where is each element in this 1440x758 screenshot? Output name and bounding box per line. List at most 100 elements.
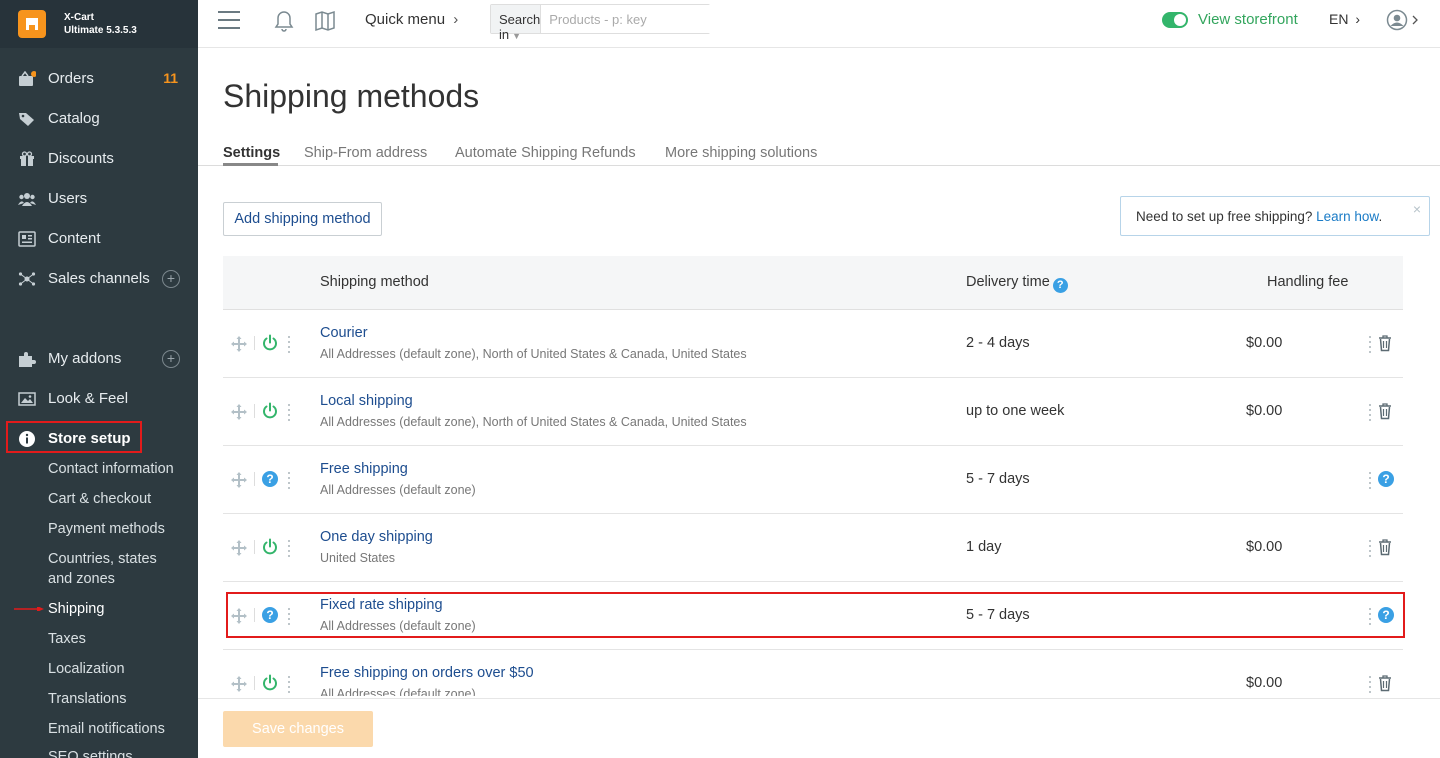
language-selector[interactable]: EN › — [1329, 11, 1360, 27]
help-icon[interactable]: ? — [261, 606, 279, 624]
help-icon[interactable]: ? — [261, 470, 279, 488]
users-icon — [18, 191, 36, 207]
storefront-toggle[interactable] — [1162, 12, 1188, 28]
sidebar-item-discounts[interactable]: Discounts — [0, 144, 198, 174]
view-storefront-link[interactable]: View storefront — [1198, 11, 1298, 28]
sidebar-item-orders[interactable]: Orders 11 — [0, 64, 198, 94]
shipping-method-link[interactable]: Free shipping — [320, 461, 408, 477]
sidebar: X-Cart Ultimate 5.3.5.3 Orders 11 Catalo… — [0, 0, 198, 758]
vertical-dots-icon — [287, 402, 291, 422]
power-toggle-icon[interactable] — [261, 674, 279, 692]
chevron-right-icon: › — [453, 11, 459, 28]
trash-icon[interactable] — [1377, 334, 1393, 352]
add-sales-channel-button[interactable]: + — [162, 270, 180, 288]
sidebar-item-label: Content — [48, 230, 101, 247]
shipping-method-link[interactable]: One day shipping — [320, 529, 433, 545]
bell-icon[interactable] — [274, 10, 294, 37]
drag-handle-icon[interactable] — [230, 675, 248, 693]
shipping-zones: All Addresses (default zone), North of U… — [320, 347, 747, 361]
sidebar-item-my-addons[interactable]: My addons + — [0, 344, 198, 374]
help-icon[interactable]: ? — [1377, 606, 1394, 624]
add-shipping-method-button[interactable]: Add shipping method — [223, 202, 382, 236]
sidebar-subitem-countries-cont[interactable]: and zones — [48, 569, 115, 589]
search-input[interactable] — [541, 5, 726, 33]
drag-handle-icon[interactable] — [230, 607, 248, 625]
save-changes-button[interactable]: Save changes — [223, 711, 373, 747]
drag-handle-icon[interactable] — [230, 403, 248, 421]
vertical-dots-icon — [287, 470, 291, 490]
drag-handle-icon[interactable] — [230, 471, 248, 489]
sidebar-item-label: Discounts — [48, 150, 114, 167]
sidebar-item-look-and-feel[interactable]: Look & Feel — [0, 384, 198, 414]
search-in-select[interactable]: Search in ▼ — [491, 5, 542, 42]
sidebar-subitem-countries[interactable]: Countries, states — [48, 549, 157, 569]
delivery-time: 2 - 4 days — [966, 335, 1030, 351]
store-map-icon[interactable] — [314, 10, 336, 37]
sidebar-item-sales-channels[interactable]: Sales channels + — [0, 264, 198, 294]
page-title: Shipping methods — [223, 78, 480, 114]
footer-bar: Save changes — [198, 698, 1440, 758]
power-toggle-icon[interactable] — [261, 402, 279, 420]
delivery-time: up to one week — [966, 403, 1065, 419]
brand-name: X-Cart — [64, 12, 95, 23]
free-shipping-notice: Need to set up free shipping? Learn how.… — [1120, 196, 1430, 236]
power-toggle-icon[interactable] — [261, 538, 279, 556]
svg-text:?: ? — [1382, 608, 1389, 622]
header-shipping-method: Shipping method — [320, 274, 429, 290]
vertical-dots-icon — [1368, 538, 1372, 558]
sidebar-subitem-translations[interactable]: Translations — [48, 689, 126, 709]
sidebar-subitem-email-notifications[interactable]: Email notifications — [48, 719, 165, 739]
trash-icon[interactable] — [1377, 674, 1393, 692]
sidebar-subitem-cart-checkout[interactable]: Cart & checkout — [48, 489, 151, 509]
shipping-zones: All Addresses (default zone) — [320, 687, 476, 696]
trash-icon[interactable] — [1377, 538, 1393, 556]
close-icon[interactable]: × — [1413, 201, 1421, 217]
add-addon-button[interactable]: + — [162, 350, 180, 368]
tab-ship-from-address[interactable]: Ship-From address — [304, 145, 427, 161]
brand-edition: Ultimate 5.3.5.3 — [64, 25, 137, 36]
shipping-methods-table: Shipping method Delivery time? Handling … — [223, 256, 1403, 696]
power-toggle-icon[interactable] — [261, 334, 279, 352]
sidebar-subitem-taxes[interactable]: Taxes — [48, 629, 86, 649]
sidebar-item-label: Users — [48, 190, 88, 207]
table-row: ? Fixed rate shipping All Addresses (defau… — [223, 582, 1403, 650]
sidebar-item-catalog[interactable]: Catalog — [0, 104, 198, 134]
brand[interactable]: X-Cart Ultimate 5.3.5.3 — [0, 0, 198, 48]
sidebar-subitem-localization[interactable]: Localization — [48, 659, 125, 679]
learn-how-link[interactable]: Learn how — [1316, 209, 1378, 224]
user-account-button[interactable] — [1386, 9, 1422, 36]
sidebar-item-label: Catalog — [48, 110, 100, 127]
sidebar-subitem-payment-methods[interactable]: Payment methods — [48, 519, 165, 539]
hamburger-menu-icon[interactable] — [218, 11, 240, 35]
shipping-zones: All Addresses (default zone) — [320, 619, 476, 633]
language-label: EN — [1329, 11, 1349, 27]
handling-fee: $0.00 — [1246, 539, 1283, 555]
sidebar-subitem-shipping[interactable]: Shipping — [48, 599, 104, 619]
shipping-method-link[interactable]: Local shipping — [320, 393, 413, 409]
sidebar-subitem-contact-information[interactable]: Contact information — [48, 459, 174, 479]
notice-period: . — [1378, 209, 1383, 224]
header-delivery-time: Delivery time? — [966, 274, 1068, 293]
sidebar-item-content[interactable]: Content — [0, 224, 198, 254]
tab-more-shipping-solutions[interactable]: More shipping solutions — [665, 145, 817, 161]
shipping-method-link[interactable]: Free shipping on orders over $50 — [320, 665, 534, 681]
tab-automate-shipping-refunds[interactable]: Automate Shipping Refunds — [455, 145, 636, 161]
sidebar-item-users[interactable]: Users — [0, 184, 198, 214]
table-row: Local shipping All Addresses (default zon… — [223, 378, 1403, 446]
handling-fee: $0.00 — [1246, 403, 1283, 419]
header-delivery-label: Delivery time — [966, 274, 1050, 290]
help-icon[interactable]: ? — [1052, 278, 1068, 293]
sidebar-subitem-seo-settings[interactable]: SEO settings — [48, 747, 133, 758]
quick-menu-button[interactable]: Quick menu › — [365, 11, 458, 28]
drag-handle-icon[interactable] — [230, 539, 248, 557]
drag-handle-icon[interactable] — [230, 335, 248, 353]
sidebar-item-label: Look & Feel — [48, 390, 129, 407]
orders-count-badge: 11 — [163, 70, 178, 86]
help-icon[interactable]: ? — [1377, 470, 1394, 488]
trash-icon[interactable] — [1377, 402, 1393, 420]
delivery-time: 5 - 7 days — [966, 607, 1030, 623]
shipping-method-link[interactable]: Fixed rate shipping — [320, 597, 443, 613]
tab-settings[interactable]: Settings — [223, 145, 280, 161]
shipping-method-link[interactable]: Courier — [320, 325, 368, 341]
sidebar-item-label: My addons — [48, 350, 122, 367]
